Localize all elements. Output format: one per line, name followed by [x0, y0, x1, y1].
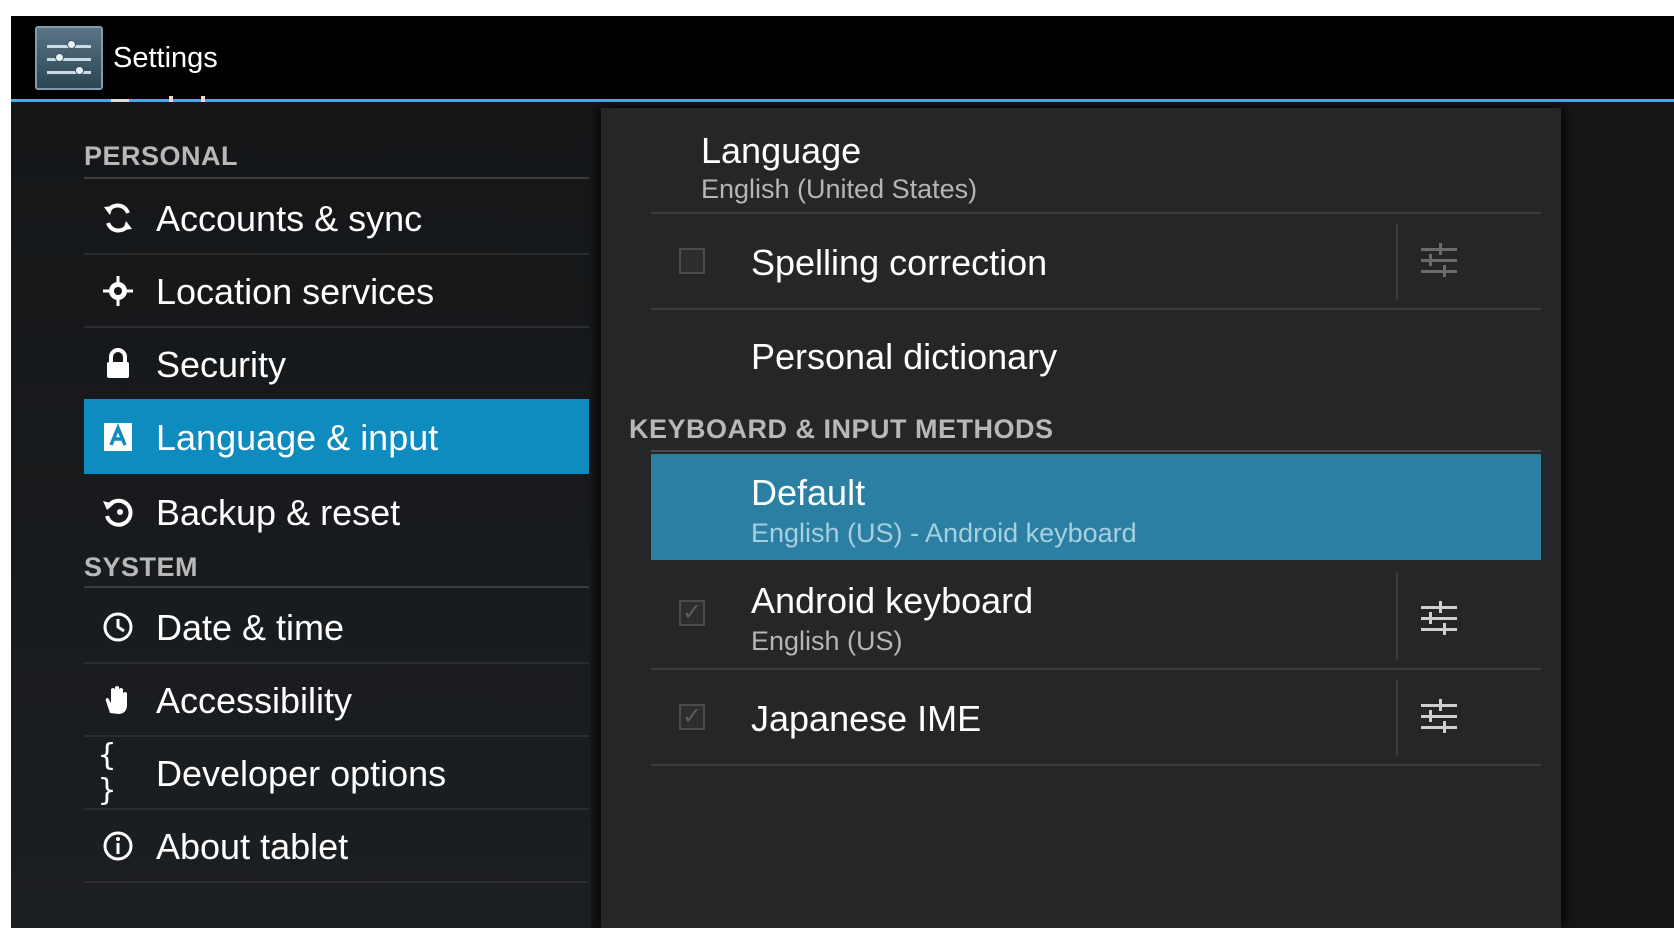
spelling-correction-title: Spelling correction [751, 242, 1048, 283]
scrolled-item-peek [109, 94, 229, 102]
sidebar-item-label: About tablet [156, 826, 349, 867]
sidebar-item-label: Accessibility [156, 680, 353, 721]
sidebar-item-backup-reset[interactable]: Backup & reset [84, 474, 589, 549]
location-icon [98, 271, 138, 311]
japanese-ime-settings-icon[interactable] [1419, 696, 1459, 736]
sidebar-item-about-tablet[interactable]: About tablet [84, 808, 589, 883]
sidebar-item-location-services[interactable]: Location services [84, 253, 589, 328]
app-title: Settings [113, 42, 218, 74]
android-keyboard-preference[interactable]: ✓ Android keyboard English (US) [651, 562, 1541, 668]
braces-icon: { } [98, 738, 117, 808]
hand-icon [98, 680, 138, 720]
language-title: Language [701, 130, 862, 171]
sidebar-item-label: Accounts & sync [156, 198, 423, 239]
android-keyboard-checkbox[interactable]: ✓ [679, 600, 705, 626]
section-divider [651, 450, 1541, 452]
pref-divider [651, 764, 1541, 766]
android-keyboard-title: Android keyboard [751, 580, 1034, 621]
japanese-ime-checkbox[interactable]: ✓ [679, 704, 705, 730]
sidebar-item-label: Date & time [156, 607, 345, 648]
restore-icon [98, 492, 138, 532]
info-icon [98, 826, 138, 866]
sidebar-item-label: Security [156, 344, 287, 385]
section-header-system: SYSTEM [84, 552, 199, 582]
sidebar-item-label: Developer options [156, 753, 447, 794]
default-input-method-preference[interactable]: Default English (US) - Android keyboard [651, 454, 1541, 560]
settings-sidebar: PERSONAL Accounts & sync Location servic… [11, 105, 591, 928]
language-preference[interactable]: Language English (United States) [651, 108, 1541, 212]
vertical-separator [1396, 680, 1398, 756]
sidebar-item-label: Backup & reset [156, 492, 401, 533]
sidebar-item-language-input[interactable]: Language & input [84, 399, 589, 474]
sidebar-item-accessibility[interactable]: Accessibility [84, 662, 589, 737]
language-input-panel: Language English (United States) Spellin… [601, 108, 1561, 928]
japanese-ime-preference[interactable]: ✓ Japanese IME [651, 670, 1541, 764]
sidebar-item-label: Location services [156, 271, 435, 312]
keyboard-letter-icon [98, 417, 138, 457]
sync-icon [98, 198, 138, 238]
default-title: Default [751, 472, 866, 513]
clock-icon [98, 607, 138, 647]
japanese-ime-title: Japanese IME [751, 698, 982, 739]
settings-screen: Settings PERSONAL Accounts & sync Locati… [11, 16, 1674, 928]
settings-app-icon[interactable] [35, 26, 103, 90]
vertical-separator [1396, 224, 1398, 300]
language-summary: English (United States) [701, 174, 978, 204]
default-summary: English (US) - Android keyboard [751, 518, 1137, 548]
action-bar: Settings [11, 16, 1674, 102]
vertical-separator [1396, 572, 1398, 660]
section-header-personal: PERSONAL [84, 141, 239, 171]
sidebar-item-label: Language & input [156, 417, 439, 458]
spelling-settings-icon[interactable] [1419, 240, 1459, 280]
spelling-correction-checkbox[interactable] [679, 248, 705, 274]
lock-icon [98, 344, 138, 384]
sidebar-item-developer-options[interactable]: { } Developer options [84, 735, 589, 810]
sidebar-item-accounts-sync[interactable]: Accounts & sync [84, 180, 589, 255]
personal-dictionary-preference[interactable]: Personal dictionary [651, 310, 1541, 400]
section-header-keyboard-input: KEYBOARD & INPUT METHODS [629, 414, 1054, 444]
section-divider [84, 177, 589, 179]
section-divider [84, 586, 589, 588]
nav-divider [84, 881, 589, 883]
android-keyboard-summary: English (US) [751, 626, 903, 656]
android-keyboard-settings-icon[interactable] [1419, 598, 1459, 638]
spelling-correction-preference[interactable]: Spelling correction [651, 214, 1541, 308]
sidebar-item-security[interactable]: Security [84, 326, 589, 401]
sidebar-item-date-time[interactable]: Date & time [84, 589, 589, 664]
personal-dictionary-title: Personal dictionary [751, 336, 1058, 377]
